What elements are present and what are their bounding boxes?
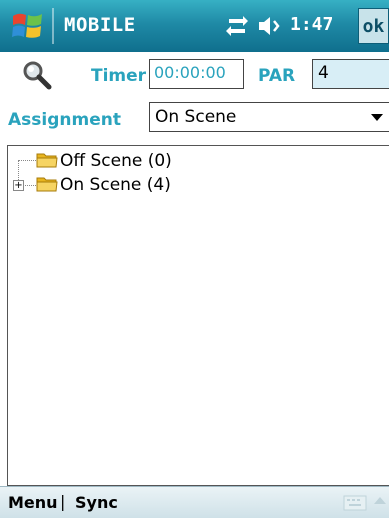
folder-icon [36,177,58,192]
softkey-bar: Menu | Sync [0,486,389,518]
chevron-up-icon[interactable] [374,497,386,504]
assignment-selected-value: On Scene [155,107,237,127]
timer-display: 00:00:00 [149,59,244,89]
par-label: PAR [258,66,296,86]
tree-item-on-scene[interactable]: + On Scene (4) [8,173,389,197]
assignment-select[interactable]: On Scene [149,102,389,132]
tree-item-off-scene[interactable]: Off Scene (0) [8,149,389,173]
sync-softkey[interactable]: Sync [75,493,118,512]
windows-flag-icon[interactable] [10,8,46,44]
par-input[interactable]: 4 [312,59,389,89]
title-bar: MOBILE 1:47 ok [0,0,389,52]
timer-label: Timer [91,66,147,86]
tree-item-label: On Scene (4) [60,175,171,195]
tree-item-label: Off Scene (0) [60,151,172,171]
folder-icon [36,153,58,168]
title-divider [52,8,54,44]
menu-softkey[interactable]: Menu [8,493,58,512]
keyboard-icon[interactable] [343,494,367,512]
expand-plus-icon[interactable]: + [13,180,24,191]
clock[interactable]: 1:47 [290,14,333,35]
tree-connector-line [25,185,36,186]
softkey-separator: | [60,492,66,511]
assignment-label: Assignment [8,110,121,130]
app-title: MOBILE [64,14,136,36]
chevron-down-icon[interactable] [371,114,383,121]
scene-tree[interactable]: Off Scene (0) + On Scene (4) [7,145,389,486]
magnifier-icon[interactable] [22,60,52,90]
ok-button[interactable]: ok [358,8,389,44]
connectivity-icon[interactable] [225,15,249,37]
volume-icon[interactable] [257,14,283,38]
